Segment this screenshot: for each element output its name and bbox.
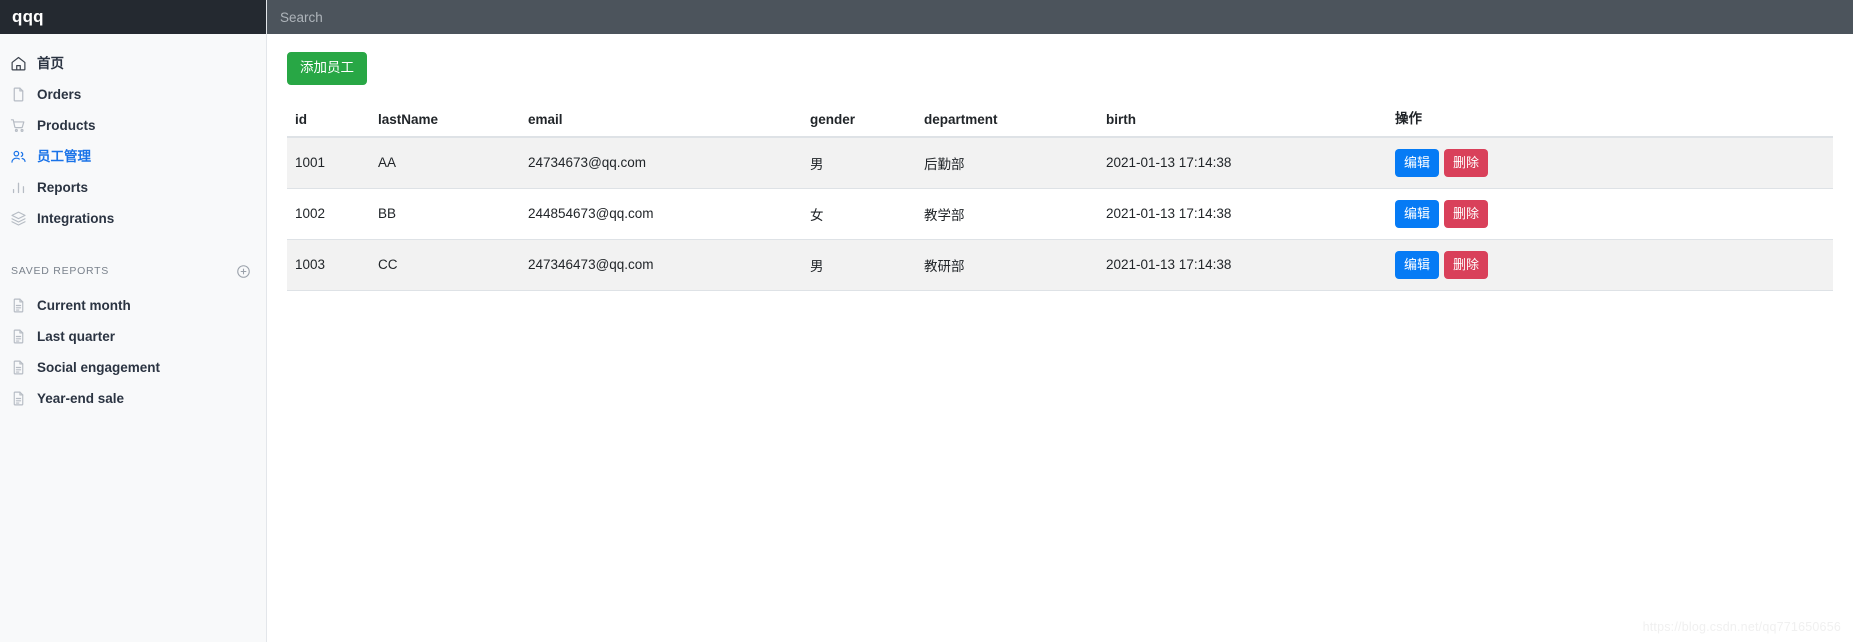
app-root: qqq 首页 Orders Products 员工管理 Reports Inte… (0, 0, 1853, 642)
table-head: id lastName email gender department birt… (287, 98, 1833, 138)
delete-button[interactable]: 删除 (1444, 250, 1489, 279)
sidebar-item-label: Orders (37, 86, 82, 102)
table-row: 1001 AA 24734673@qq.com 男 后勤部 2021-01-13… (287, 136, 1833, 189)
document-icon (10, 390, 27, 407)
sidebar-item-label: Social engagement (37, 359, 161, 375)
cell-operations: 编辑 删除 (1387, 136, 1833, 189)
document-icon (10, 297, 27, 314)
cell-email: 244854673@qq.com (520, 188, 802, 240)
document-icon (10, 328, 27, 345)
users-icon (10, 148, 27, 165)
brand-logo[interactable]: qqq (0, 0, 266, 34)
cell-id: 1003 (287, 239, 370, 291)
table-body: 1001 AA 24734673@qq.com 男 后勤部 2021-01-13… (287, 136, 1833, 291)
cell-birth: 2021-01-13 17:14:38 (1098, 136, 1387, 189)
cell-gender: 男 (802, 239, 916, 291)
content-panel: 添加员工 id lastName email gender department… (267, 34, 1853, 642)
table-row: 1003 CC 247346473@qq.com 男 教研部 2021-01-1… (287, 239, 1833, 291)
document-icon (10, 359, 27, 376)
saved-reports-list: Current month Last quarter Social engage… (0, 290, 266, 414)
search-input[interactable] (280, 9, 700, 25)
sidebar-item-home[interactable]: 首页 (0, 48, 266, 79)
edit-button[interactable]: 编辑 (1395, 148, 1440, 177)
sidebar-item-year-end-sale[interactable]: Year-end sale (0, 383, 266, 414)
sidebar-item-label: Integrations (37, 210, 115, 226)
sidebar-item-label: Current month (37, 297, 131, 313)
table-header-row: id lastName email gender department birt… (287, 98, 1833, 138)
cell-department: 教研部 (916, 239, 1098, 291)
sidebar-item-reports[interactable]: Reports (0, 172, 266, 203)
cell-birth: 2021-01-13 17:14:38 (1098, 239, 1387, 291)
watermark: https://blog.csdn.net/qq771650656 (1642, 620, 1841, 634)
sidebar-item-label: Year-end sale (37, 390, 125, 406)
cell-id: 1002 (287, 188, 370, 240)
cell-email: 247346473@qq.com (520, 239, 802, 291)
delete-button[interactable]: 删除 (1444, 148, 1489, 177)
sidebar-item-label: Products (37, 117, 96, 133)
sidebar-item-label: Reports (37, 179, 89, 195)
column-header-birth: birth (1098, 98, 1387, 138)
sidebar-item-integrations[interactable]: Integrations (0, 203, 266, 234)
sidebar-item-last-quarter[interactable]: Last quarter (0, 321, 266, 352)
brand-title: qqq (12, 7, 44, 26)
edit-button[interactable]: 编辑 (1395, 199, 1440, 228)
layers-icon (10, 210, 27, 227)
column-header-gender: gender (802, 98, 916, 138)
cell-id: 1001 (287, 136, 370, 189)
sidebar-item-products[interactable]: Products (0, 110, 266, 141)
column-header-email: email (520, 98, 802, 138)
saved-reports-header: SAVED REPORTS (0, 258, 266, 284)
sidebar-item-employee-management[interactable]: 员工管理 (0, 141, 266, 172)
cell-email: 24734673@qq.com (520, 136, 802, 189)
home-icon (10, 55, 27, 72)
sidebar-item-orders[interactable]: Orders (0, 79, 266, 110)
main-area: 添加员工 id lastName email gender department… (267, 0, 1853, 642)
cart-icon (10, 117, 27, 134)
cell-operations: 编辑 删除 (1387, 239, 1833, 291)
sidebar-item-social-engagement[interactable]: Social engagement (0, 352, 266, 383)
saved-reports-title: SAVED REPORTS (11, 265, 110, 277)
topbar (267, 0, 1853, 34)
cell-lastname: AA (370, 136, 520, 189)
sidebar-item-current-month[interactable]: Current month (0, 290, 266, 321)
sidebar-item-label: 员工管理 (37, 148, 91, 164)
cell-department: 教学部 (916, 188, 1098, 240)
edit-button[interactable]: 编辑 (1395, 250, 1440, 279)
sidebar-item-label: Last quarter (37, 328, 116, 344)
cell-gender: 男 (802, 136, 916, 189)
cell-lastname: CC (370, 239, 520, 291)
employee-table: id lastName email gender department birt… (287, 98, 1833, 291)
sidebar: qqq 首页 Orders Products 员工管理 Reports Inte… (0, 0, 267, 642)
column-header-operations: 操作 (1387, 98, 1833, 138)
delete-button[interactable]: 删除 (1444, 199, 1489, 228)
cell-gender: 女 (802, 188, 916, 240)
add-employee-button[interactable]: 添加员工 (287, 52, 367, 85)
cell-lastname: BB (370, 188, 520, 240)
column-header-department: department (916, 98, 1098, 138)
plus-circle-icon[interactable] (236, 264, 251, 279)
table-row: 1002 BB 244854673@qq.com 女 教学部 2021-01-1… (287, 188, 1833, 240)
cell-department: 后勤部 (916, 136, 1098, 189)
primary-nav: 首页 Orders Products 员工管理 Reports Integrat… (0, 34, 266, 234)
sidebar-item-label: 首页 (37, 55, 64, 71)
cell-birth: 2021-01-13 17:14:38 (1098, 188, 1387, 240)
column-header-lastname: lastName (370, 98, 520, 138)
file-icon (10, 86, 27, 103)
bar-chart-icon (10, 179, 27, 196)
column-header-id: id (287, 98, 370, 138)
cell-operations: 编辑 删除 (1387, 188, 1833, 240)
